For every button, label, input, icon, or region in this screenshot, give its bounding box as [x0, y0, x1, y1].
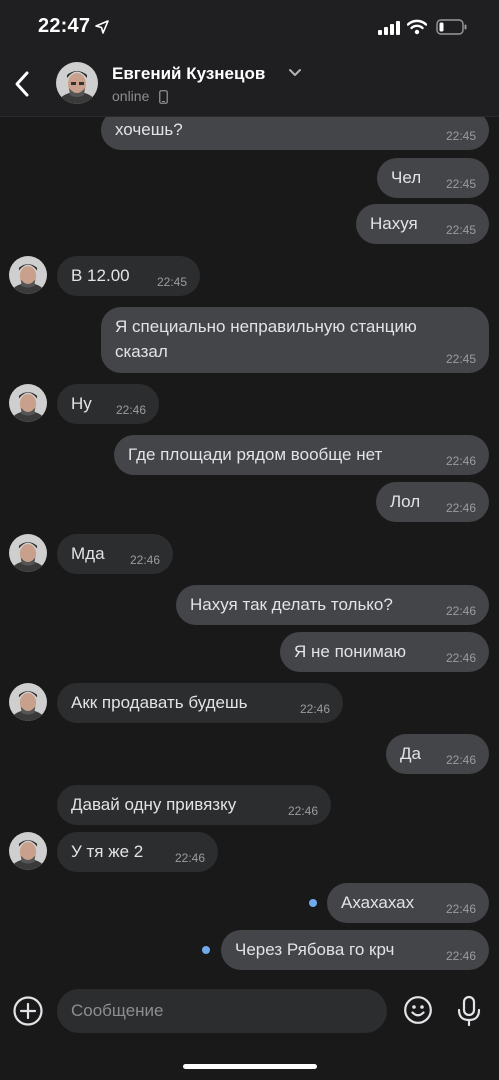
message-list[interactable]: хочешь? 22:45 Чел 22:45 Нахуя 22:45 В 12…: [0, 116, 499, 978]
message-time: 22:45: [445, 177, 476, 191]
message-composer: [0, 978, 499, 1080]
message-text: Нахуя: [370, 214, 418, 233]
message-text: Лол: [390, 492, 421, 511]
message-incoming[interactable]: У тя же 2 22:46: [57, 832, 218, 872]
unread-indicator: [202, 946, 210, 954]
message-time: 22:46: [174, 851, 205, 865]
message-input[interactable]: [57, 989, 387, 1033]
message-text: В 12.00: [71, 266, 130, 285]
message-outgoing[interactable]: Где площади рядом вообще нет 22:46: [114, 435, 489, 475]
phone-icon: [159, 90, 168, 104]
contact-status: online: [112, 88, 150, 104]
message-time: 22:46: [445, 949, 476, 963]
message-text: Ну: [71, 394, 92, 413]
message-time: 22:45: [445, 223, 476, 237]
message-outgoing[interactable]: хочешь? 22:45: [101, 116, 489, 150]
message-time: 22:46: [115, 403, 146, 417]
message-outgoing[interactable]: Чел 22:45: [377, 158, 489, 198]
chat-header: Евгений Кузнецов online: [0, 52, 499, 117]
message-time: 22:46: [445, 902, 476, 916]
chevron-down-icon[interactable]: [288, 68, 302, 78]
message-time: 22:45: [156, 275, 187, 289]
message-time: 22:46: [445, 501, 476, 515]
message-incoming[interactable]: В 12.00 22:45: [57, 256, 200, 296]
message-text: Акк продавать будешь: [71, 693, 248, 712]
back-icon[interactable]: [10, 68, 34, 100]
message-text: Нахуя так делать только?: [190, 595, 393, 614]
home-indicator: [183, 1064, 317, 1069]
message-outgoing[interactable]: Да 22:46: [386, 734, 489, 774]
message-time: 22:46: [445, 651, 476, 665]
message-text: Через Рябова го крч: [235, 940, 395, 959]
message-text: Ахахахах: [341, 893, 415, 912]
message-outgoing[interactable]: Я не понимаю 22:46: [280, 632, 489, 672]
message-text-line1: Я специально неправильную станцию: [115, 317, 417, 336]
message-text: Я не понимаю: [294, 642, 407, 661]
message-time: 22:46: [445, 454, 476, 468]
message-outgoing[interactable]: Лол 22:46: [376, 482, 489, 522]
message-text: хочешь?: [115, 120, 183, 139]
sender-avatar[interactable]: [9, 683, 47, 721]
wifi-icon: [407, 19, 427, 35]
message-outgoing[interactable]: Через Рябова го крч 22:46: [221, 930, 489, 970]
message-time: 22:45: [445, 129, 476, 143]
signal-icon: [378, 21, 400, 35]
message-incoming[interactable]: Акк продавать будешь 22:46: [57, 683, 343, 723]
sender-avatar[interactable]: [9, 534, 47, 572]
message-time: 22:46: [445, 753, 476, 767]
contact-name[interactable]: Евгений Кузнецов: [112, 64, 265, 84]
sender-avatar[interactable]: [9, 384, 47, 422]
message-text-line2: сказал: [115, 342, 168, 361]
sender-avatar[interactable]: [9, 256, 47, 294]
message-time: 22:46: [129, 553, 160, 567]
message-time: 22:46: [287, 804, 318, 818]
message-text: Да: [400, 744, 421, 763]
message-outgoing[interactable]: Я специально неправильную станцию сказал…: [101, 307, 489, 373]
message-text: Где площади рядом вообще нет: [128, 445, 383, 464]
message-incoming[interactable]: Давай одну привязку 22:46: [57, 785, 331, 825]
message-text: Мда: [71, 544, 105, 563]
message-time: 22:46: [445, 604, 476, 618]
message-time: 22:45: [445, 352, 476, 366]
message-incoming[interactable]: Ну 22:46: [57, 384, 159, 424]
message-outgoing[interactable]: Ахахахах 22:46: [327, 883, 489, 923]
message-text: У тя же 2: [71, 842, 144, 861]
message-incoming[interactable]: Мда 22:46: [57, 534, 173, 574]
message-outgoing[interactable]: Нахуя так делать только? 22:46: [176, 585, 489, 625]
status-time: 22:47: [38, 15, 91, 37]
location-arrow-icon: [95, 20, 109, 34]
contact-avatar[interactable]: [56, 62, 98, 104]
microphone-icon[interactable]: [456, 995, 482, 1027]
attach-plus-icon[interactable]: [12, 995, 44, 1027]
sender-avatar[interactable]: [9, 832, 47, 870]
status-bar: 22:47: [0, 0, 499, 52]
battery-icon: [436, 19, 467, 35]
message-text: Чел: [391, 168, 422, 187]
message-time: 22:46: [299, 702, 330, 716]
unread-indicator: [309, 899, 317, 907]
message-outgoing[interactable]: Нахуя 22:45: [356, 204, 489, 244]
sticker-icon[interactable]: [403, 995, 433, 1025]
message-text: Давай одну привязку: [71, 795, 237, 814]
